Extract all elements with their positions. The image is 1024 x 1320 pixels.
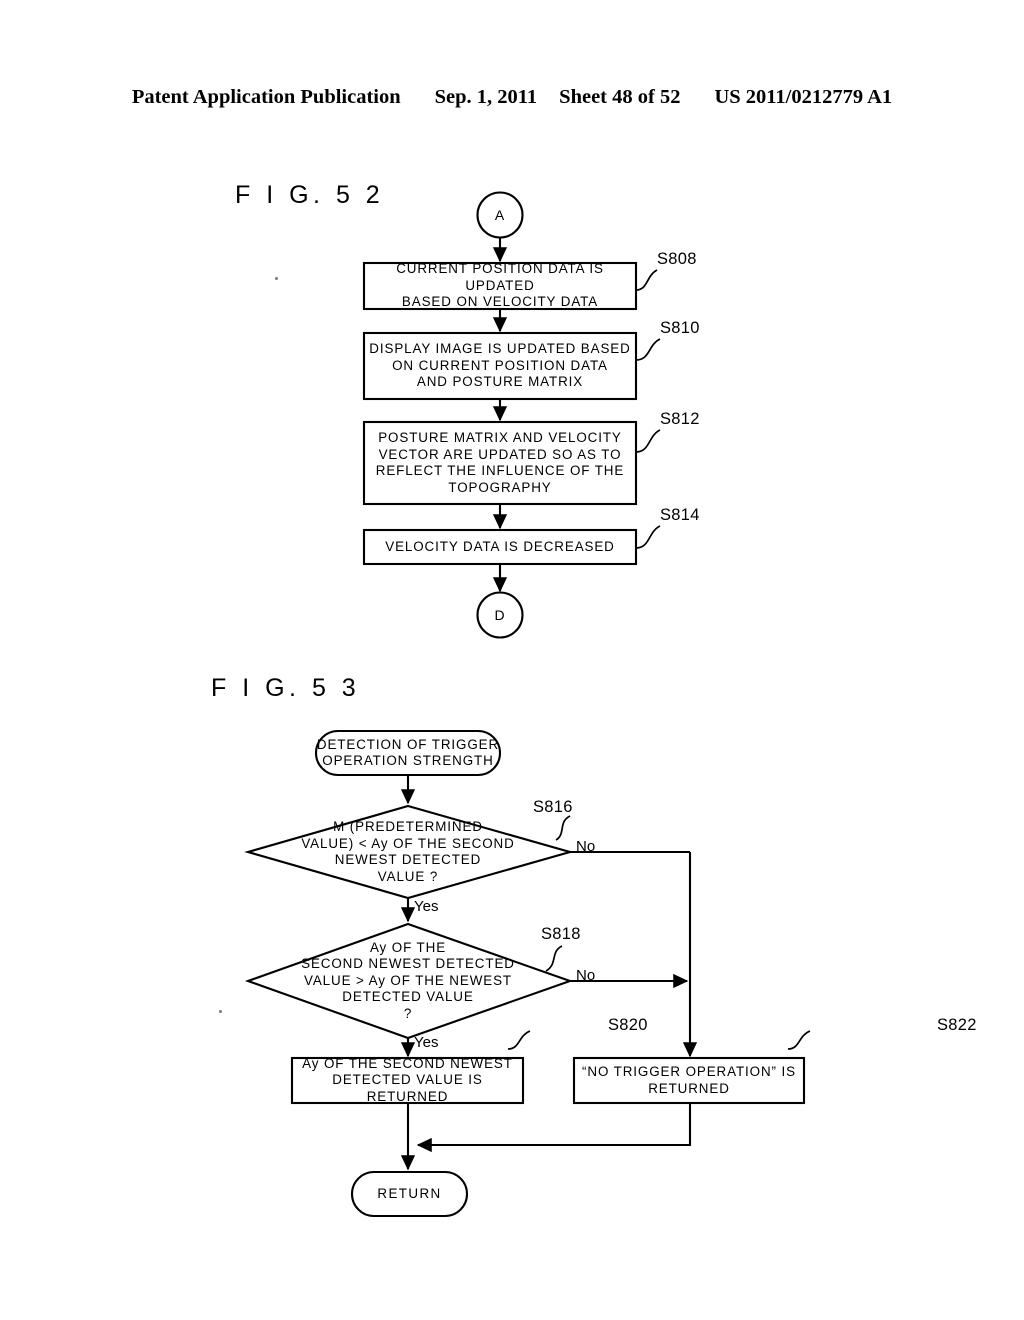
leader-s812 [635,429,661,453]
connector-circle-a [476,191,524,239]
process-box-s820 [290,1056,525,1105]
process-box-s810 [362,331,638,401]
branch-label-s818-yes: Yes [414,1034,439,1051]
flowchart-canvas [244,191,811,1218]
step-label-s818: S818 [541,925,581,943]
line-s822-merge [416,1103,692,1153]
process-box-s812 [362,420,638,506]
step-label-s812: S812 [660,410,700,428]
leader-s818 [545,945,563,972]
branch-label-s818-no: No [576,967,596,984]
leader-s822 [787,1030,811,1050]
leader-s808 [635,269,658,291]
leader-s810 [635,338,661,361]
decision-diamond-s816 [244,804,574,900]
step-label-s816: S816 [533,798,573,816]
branch-label-s816-no: No [576,838,596,855]
decision-diamond-s818 [244,922,574,1040]
leader-s816 [555,815,571,841]
step-label-s814: S814 [660,506,700,524]
patent-drawing-page: Patent Application Publication Sep. 1, 20… [0,0,1024,1320]
leader-s814 [635,525,661,549]
step-label-s822: S822 [937,1016,977,1034]
branch-label-s816-yes: Yes [414,898,439,915]
terminator-start [314,729,502,777]
terminator-return [350,1170,469,1218]
process-box-s822 [572,1056,806,1105]
step-label-s810: S810 [660,319,700,337]
leader-s820 [507,1030,531,1050]
process-box-s808 [362,261,638,311]
step-label-s808: S808 [657,250,697,268]
process-box-s814 [362,528,638,566]
step-label-s820: S820 [608,1016,648,1034]
connector-circle-d [476,591,524,639]
